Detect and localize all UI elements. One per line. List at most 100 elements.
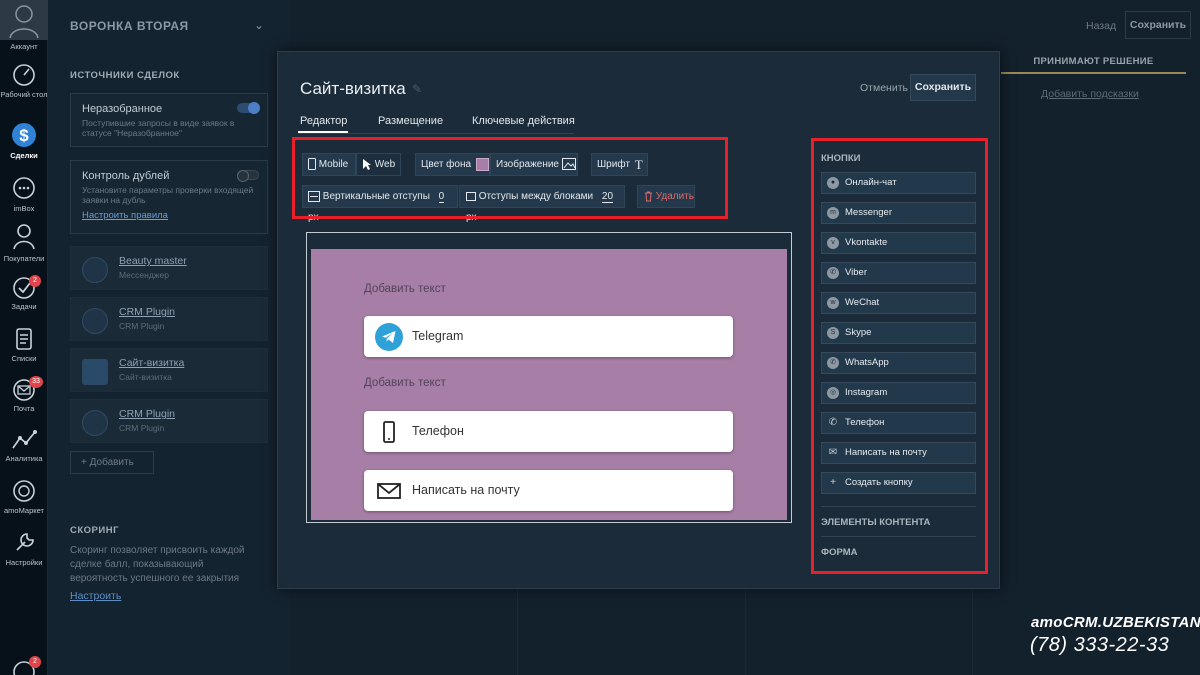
source-item[interactable]: CRM Plugin CRM Plugin bbox=[70, 297, 268, 341]
tasks-badge: 2 bbox=[29, 275, 41, 287]
preview-phone-button[interactable]: Телефон bbox=[364, 411, 733, 452]
source-sub: Сайт-визитка bbox=[119, 372, 172, 382]
source-sub: CRM Plugin bbox=[119, 423, 165, 433]
duplicates-title: Контроль дублей bbox=[82, 170, 170, 182]
notifications-badge: 2 bbox=[29, 656, 41, 668]
envelope-icon bbox=[377, 483, 401, 499]
unsorted-title: Неразобранное bbox=[82, 103, 163, 115]
cancel-button[interactable]: Отменить bbox=[860, 82, 908, 94]
tabs-divider bbox=[298, 133, 574, 134]
modal-title: Сайт-визитка bbox=[300, 79, 406, 98]
svg-text:$: $ bbox=[19, 126, 29, 145]
nav-lists-label: Списки bbox=[11, 354, 37, 363]
nav-market-label: amoМаркет bbox=[4, 506, 44, 515]
plugin-icon bbox=[82, 308, 108, 334]
source-name[interactable]: Beauty master bbox=[119, 255, 187, 267]
nav-settings[interactable]: Настройки bbox=[0, 530, 48, 567]
main-nav-rail: Аккаунт Рабочий стол $ Сделки imBox Поку… bbox=[0, 0, 48, 675]
nav-customers[interactable]: Покупатели bbox=[0, 222, 48, 263]
pipeline-save-button[interactable]: Сохранить bbox=[1125, 11, 1191, 39]
nav-mail-label: Почта bbox=[13, 404, 35, 413]
source-name[interactable]: Сайт-визитка bbox=[119, 357, 184, 369]
preview-canvas: Добавить текст Telegram Добавить текст Т… bbox=[311, 249, 787, 520]
nav-tasks[interactable]: Задачи 2 bbox=[0, 275, 48, 311]
source-sub: CRM Plugin bbox=[119, 321, 165, 331]
save-button[interactable]: Сохранить bbox=[910, 74, 976, 101]
nav-customers-label: Покупатели bbox=[3, 254, 45, 263]
source-item[interactable]: Beauty master Мессенджер bbox=[70, 246, 268, 290]
duplicates-toggle[interactable] bbox=[237, 170, 259, 182]
nav-imbox[interactable]: imBox bbox=[0, 176, 48, 213]
preview-button-label: Написать на почту bbox=[412, 483, 520, 497]
tab-editor[interactable]: Редактор bbox=[300, 115, 347, 127]
back-button[interactable]: Назад bbox=[1086, 20, 1116, 32]
pencil-icon[interactable]: ✎ bbox=[412, 82, 422, 96]
active-tab-indicator bbox=[298, 131, 348, 133]
deals-icon: $ bbox=[12, 123, 36, 147]
duplicates-desc: Установите параметры проверки входящей з… bbox=[82, 185, 254, 205]
pipeline-settings-panel: ВОРОНКА ВТОРАЯ ⌄ ИСТОЧНИКИ СДЕЛОК Неразо… bbox=[48, 0, 290, 675]
analytics-icon bbox=[12, 430, 37, 449]
chat-icon bbox=[13, 177, 35, 199]
unsorted-desc: Поступившие запросы в виде заявок в стат… bbox=[82, 118, 235, 138]
unsorted-toggle[interactable] bbox=[237, 102, 260, 114]
buttons-panel-highlight bbox=[811, 138, 988, 574]
source-item[interactable]: CRM Plugin CRM Plugin bbox=[70, 399, 268, 443]
sources-title: ИСТОЧНИКИ СДЕЛОК bbox=[70, 70, 180, 81]
nav-dashboard[interactable]: Рабочий стол bbox=[0, 62, 48, 99]
nav-mail[interactable]: Почта 33 bbox=[0, 376, 48, 413]
column-title: ПРИНИМАЮТ РЕШЕНИЕ bbox=[1001, 56, 1186, 74]
nav-lists[interactable]: Списки bbox=[0, 326, 48, 363]
source-name[interactable]: CRM Plugin bbox=[119, 408, 175, 420]
customers-icon bbox=[13, 224, 35, 250]
pipeline-title[interactable]: ВОРОНКА ВТОРАЯ bbox=[70, 19, 189, 33]
nav-imbox-label: imBox bbox=[13, 204, 35, 213]
nav-deals[interactable]: $ Сделки bbox=[0, 121, 48, 160]
duplicates-card: Контроль дублей Установите параметры про… bbox=[70, 160, 268, 234]
preview-text[interactable]: Добавить текст bbox=[364, 283, 446, 295]
settings-icon bbox=[16, 533, 34, 551]
telegram-icon bbox=[375, 323, 403, 351]
source-sub: Мессенджер bbox=[119, 270, 169, 280]
preview-frame: Добавить текст Telegram Добавить текст Т… bbox=[306, 232, 792, 523]
source-name[interactable]: CRM Plugin bbox=[119, 306, 175, 318]
preview-email-button[interactable]: Написать на почту bbox=[364, 470, 733, 511]
phone-icon bbox=[383, 421, 395, 443]
market-icon bbox=[13, 480, 35, 502]
mail-badge: 33 bbox=[29, 376, 43, 388]
preview-text[interactable]: Добавить текст bbox=[364, 377, 446, 389]
add-source-button[interactable]: + Добавить bbox=[70, 451, 154, 474]
nav-deals-label: Сделки bbox=[10, 151, 38, 160]
business-card-icon bbox=[82, 359, 108, 385]
nav-account[interactable]: Аккаунт bbox=[0, 0, 48, 51]
lists-icon bbox=[16, 328, 32, 350]
tab-key-actions[interactable]: Ключевые действия bbox=[472, 115, 575, 127]
tab-placement[interactable]: Размещение bbox=[378, 115, 443, 127]
scoring-configure-link[interactable]: Настроить bbox=[70, 590, 121, 602]
account-icon bbox=[0, 0, 48, 40]
unsorted-card: Неразобранное Поступившие запросы в виде… bbox=[70, 93, 268, 147]
brand-watermark: amoCRM.UZBEKISTAN bbox=[1031, 614, 1200, 631]
nav-market[interactable]: amoМаркет bbox=[0, 478, 48, 515]
preview-button-label: Telegram bbox=[412, 329, 464, 343]
preview-telegram-button[interactable]: Telegram bbox=[364, 316, 733, 357]
brand-phone: (78) 333-22-33 bbox=[1030, 634, 1170, 656]
plugin-icon bbox=[82, 410, 108, 436]
nav-analytics[interactable]: Аналитика bbox=[0, 428, 48, 463]
nav-notifications[interactable]: 2 bbox=[0, 656, 48, 675]
scoring-title: СКОРИНГ bbox=[70, 525, 119, 536]
nav-tasks-label: Задачи bbox=[11, 302, 37, 311]
add-hints-link[interactable]: Добавить подсказки bbox=[1041, 88, 1139, 100]
nav-analytics-label: Аналитика bbox=[5, 454, 43, 463]
configure-rules-link[interactable]: Настроить правила bbox=[82, 210, 256, 221]
toolbar-highlight bbox=[292, 137, 728, 219]
preview-button-label: Телефон bbox=[412, 424, 464, 438]
scoring-desc: Скоринг позволяет присвоить каждой сделк… bbox=[70, 545, 245, 584]
nav-dashboard-label: Рабочий стол bbox=[0, 90, 48, 99]
dashboard-icon bbox=[13, 64, 35, 86]
telegram-icon bbox=[82, 257, 108, 283]
business-card-editor-modal: Сайт-визитка ✎ Отменить Сохранить Редакт… bbox=[277, 51, 1000, 589]
nav-account-label: Аккаунт bbox=[10, 42, 38, 51]
chevron-down-icon[interactable]: ⌄ bbox=[254, 18, 264, 32]
source-item[interactable]: Сайт-визитка Сайт-визитка bbox=[70, 348, 268, 392]
